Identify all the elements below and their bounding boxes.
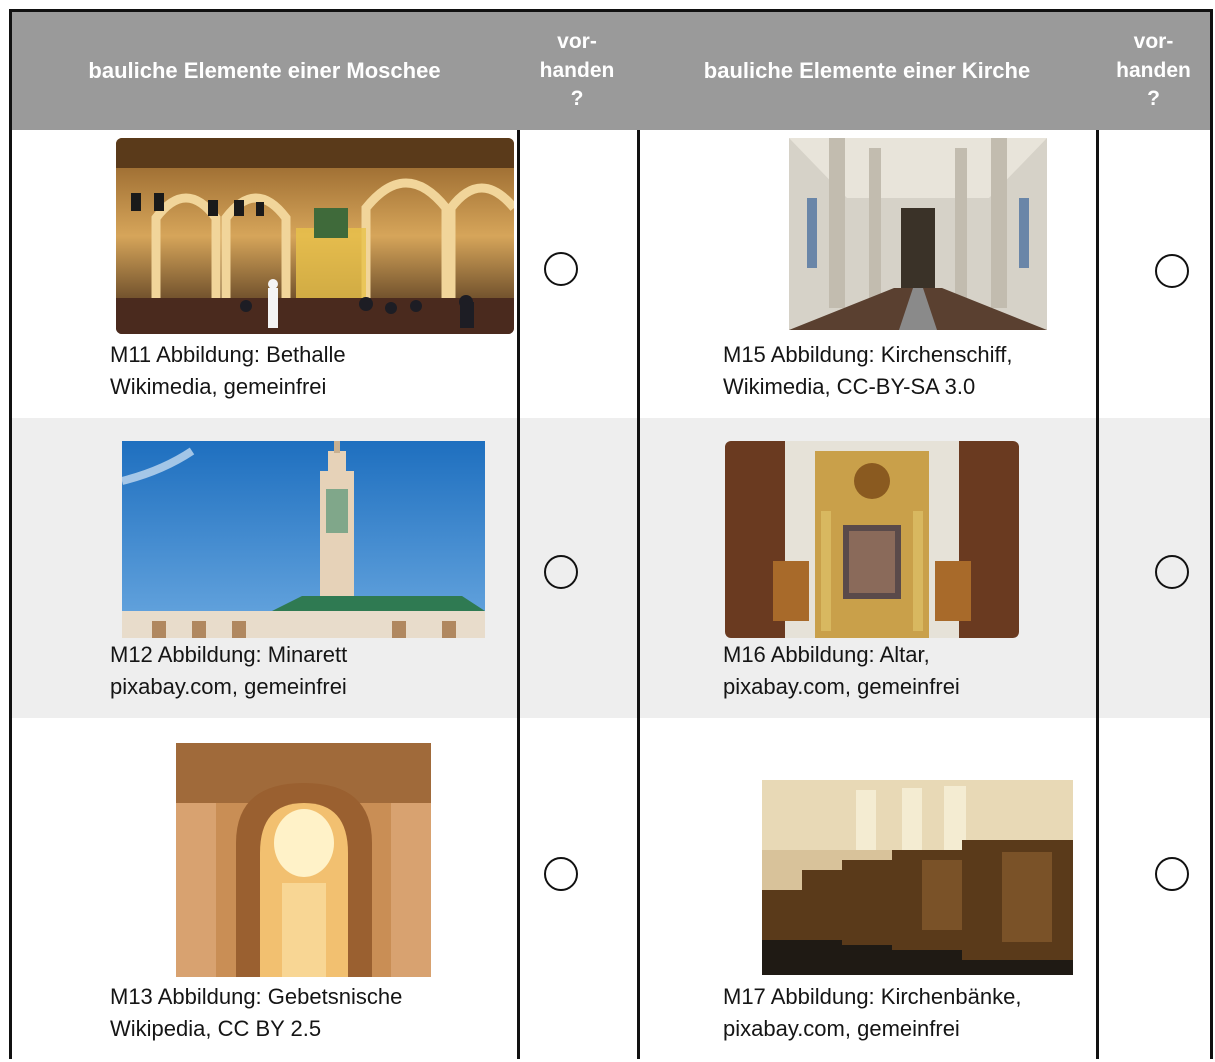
checkbox-m12[interactable] [544, 555, 578, 589]
caption-m17: M17 Abbildung: Kirchenbänke, pixabay.com… [723, 984, 1022, 1041]
minaret-photo [122, 441, 485, 638]
caption-m12: M12 Abbildung: Minarett pixabay.com, gem… [110, 642, 348, 699]
column-divider [1096, 130, 1099, 1059]
header-church-elements: bauliche Elemente einer Kirche [703, 57, 1031, 83]
caption-m15: M15 Abbildung: Kirchenschiff, Wikimedia,… [723, 342, 1013, 399]
caption-m13: M13 Abbildung: Gebetsnische Wikipedia, C… [110, 984, 403, 1041]
nave-photo [789, 138, 1047, 330]
checkbox-m13[interactable] [544, 857, 578, 891]
checkbox-m17[interactable] [1155, 857, 1189, 891]
prayer-niche-photo [176, 743, 431, 977]
header-present-mosque: vor- handen ? [539, 30, 615, 111]
altar-photo [725, 441, 1019, 638]
header-present-church: vor- handen ? [1116, 30, 1191, 111]
worksheet-table: bauliche Elemente einer Moschee vor- han… [9, 9, 1213, 1059]
caption-m16: M16 Abbildung: Altar, pixabay.com, gemei… [723, 642, 960, 699]
column-divider [517, 130, 520, 1059]
checkbox-m15[interactable] [1155, 254, 1189, 288]
caption-m11: M11 Abbildung: Bethalle Wikimedia, gemei… [110, 342, 346, 399]
pews-photo [762, 780, 1073, 975]
checkbox-m11[interactable] [544, 252, 578, 286]
checkbox-m16[interactable] [1155, 555, 1189, 589]
prayer-hall-photo [116, 138, 514, 334]
header-mosque-elements: bauliche Elemente einer Moschee [88, 57, 441, 83]
column-divider [637, 130, 640, 1059]
table-header: bauliche Elemente einer Moschee vor- han… [12, 12, 1210, 130]
